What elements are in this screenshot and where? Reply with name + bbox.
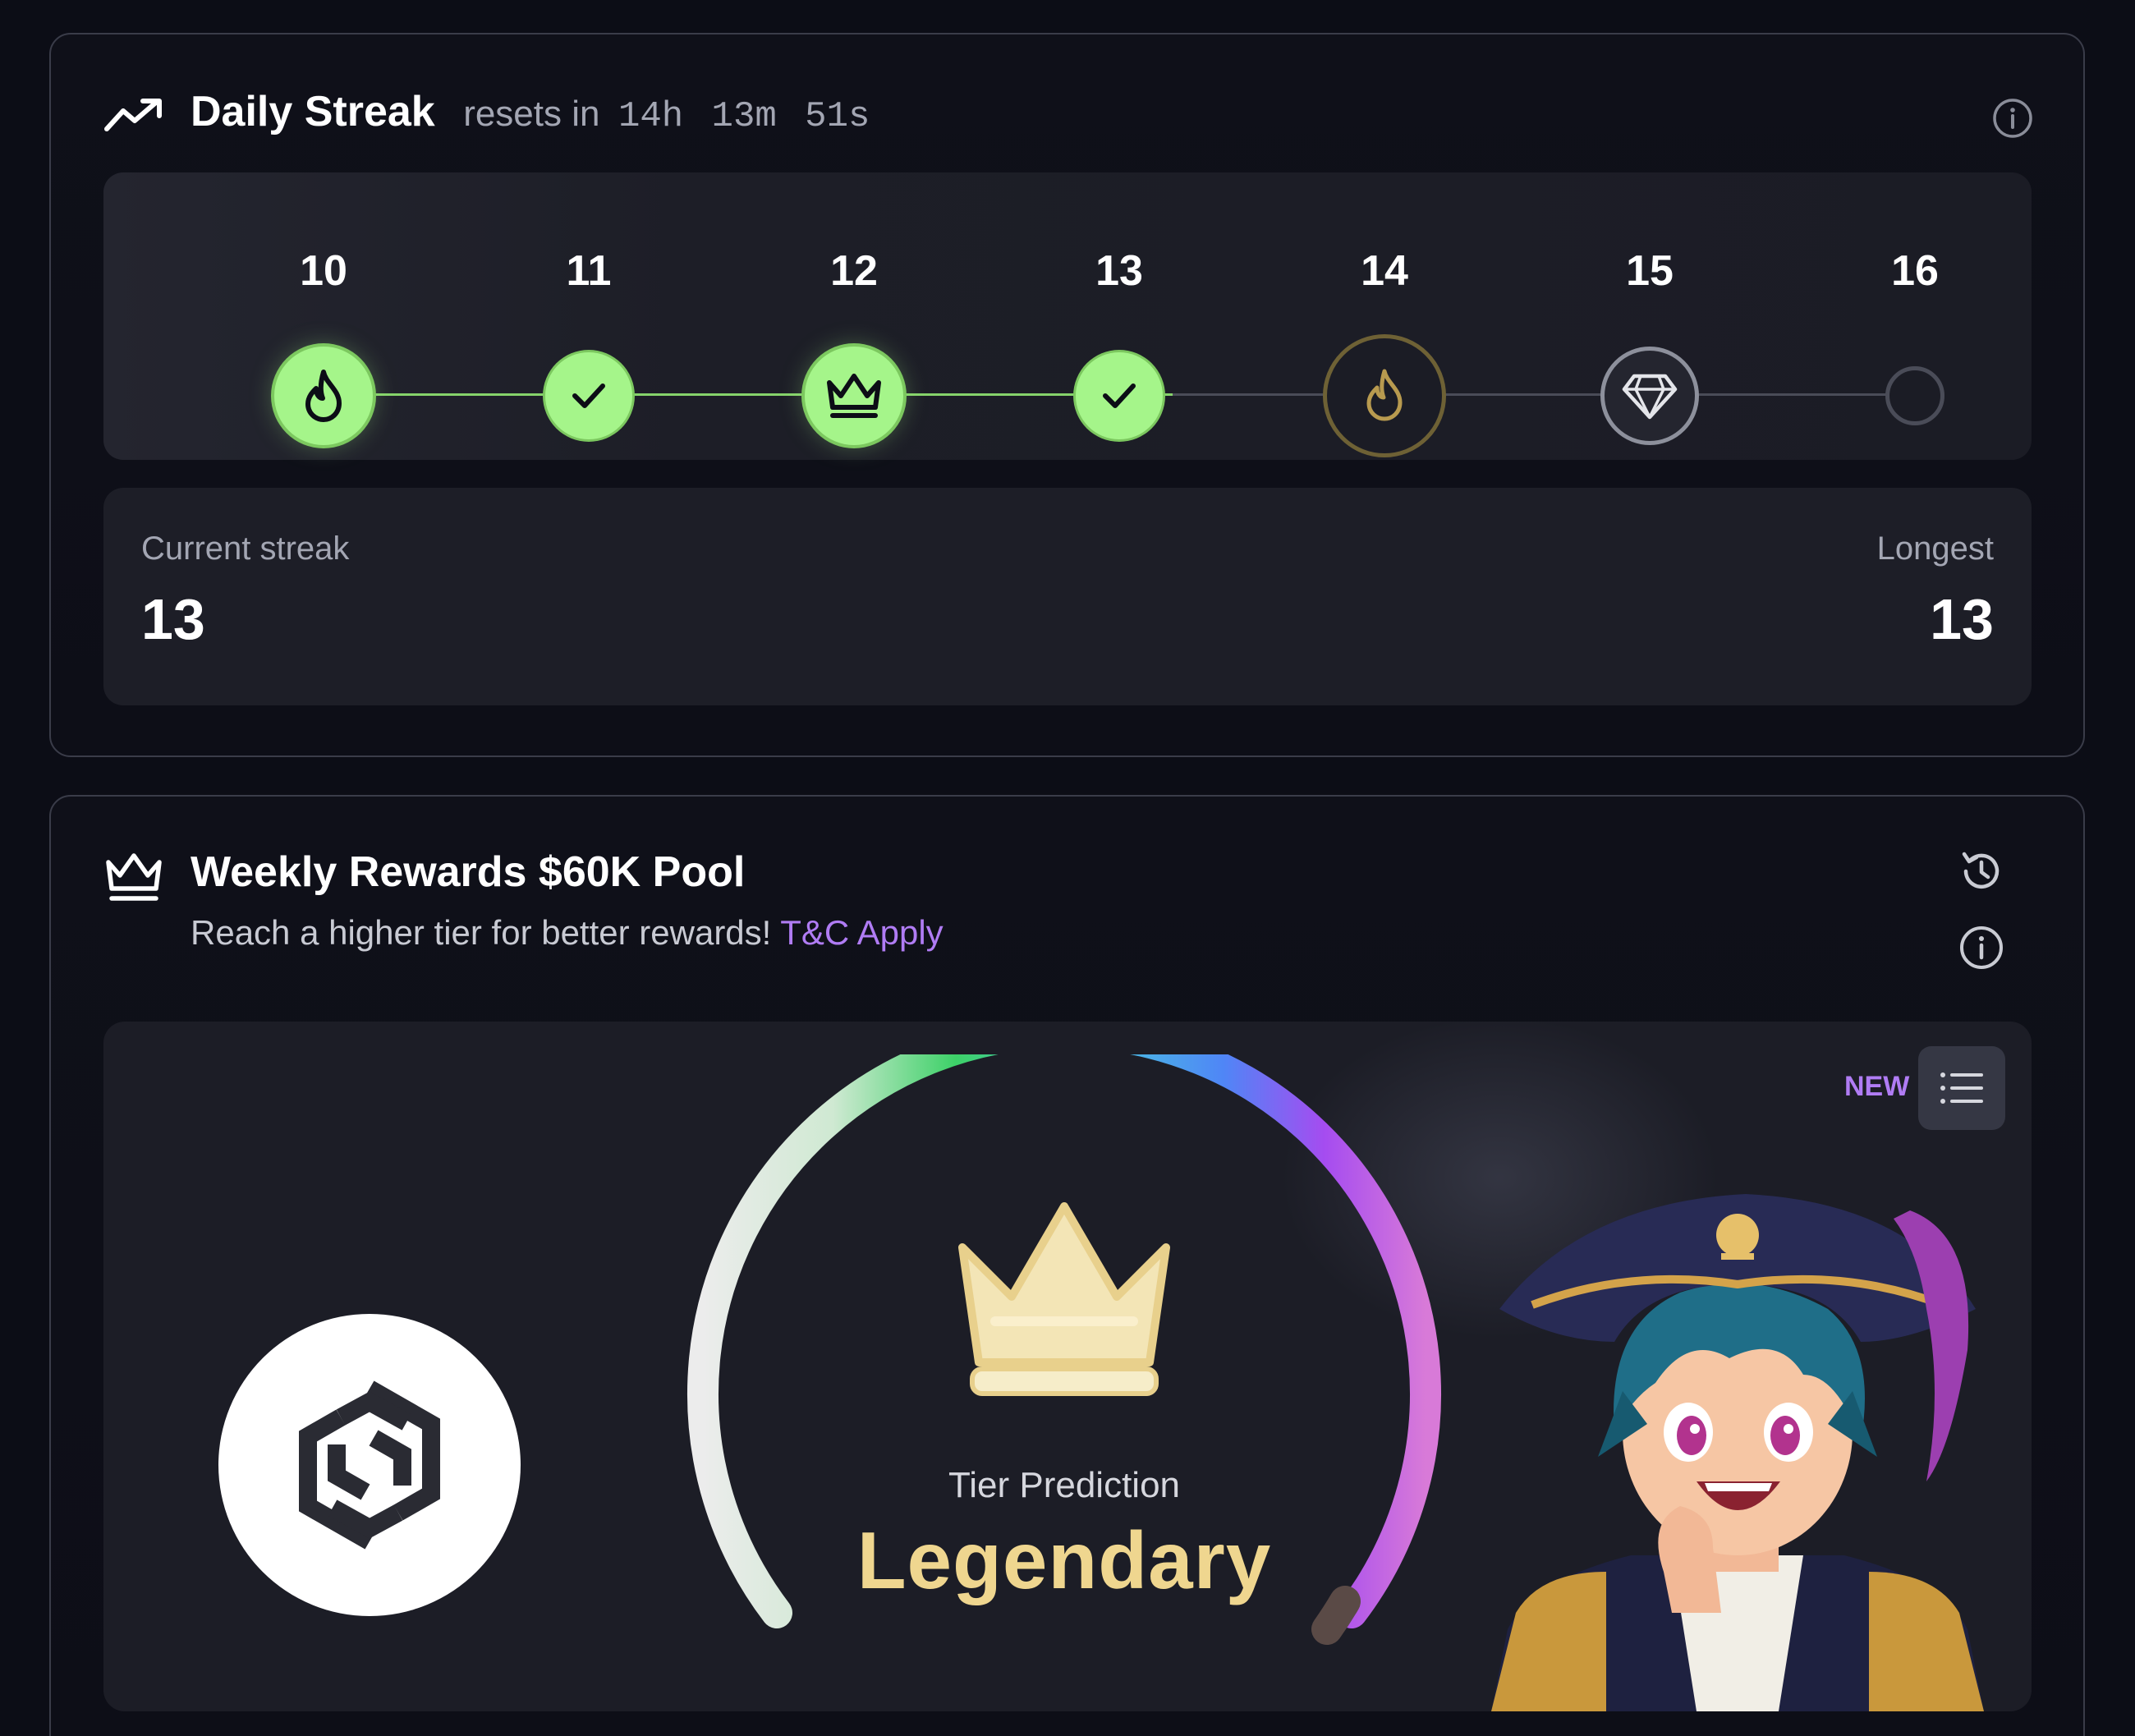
day-label: 11 [566,247,612,295]
day-label: 12 [830,247,878,295]
streak-stats: Current streak 13 Longest 13 [103,488,2032,705]
tier-prediction-label: Tier Prediction [948,1465,1181,1505]
check-icon [572,383,605,408]
tier-prediction-value: Legendary [856,1515,1272,1605]
longest-streak-value: 13 [1930,587,1994,651]
tc-apply-link[interactable]: T&C Apply [780,913,943,952]
pirate-avatar [1491,1194,1984,1711]
info-icon[interactable] [1958,924,2005,971]
rewards-subtitle: Reach a higher tier for better rewards! … [191,913,944,953]
streak-node-10 [274,347,373,445]
connector-completed [324,393,1173,396]
connector-upcoming [1173,393,1887,396]
tier-prediction-panel: NEW Tier Prediction Legendary [103,1022,2032,1711]
streak-node-14 [1323,334,1446,457]
flame-icon [305,370,342,422]
check-icon [1103,383,1136,408]
new-badge: NEW [1844,1071,1910,1102]
day-label: 16 [1891,247,1939,295]
resets-label: resets in [463,94,600,134]
crown-icon [827,374,881,418]
day-label: 10 [300,247,347,295]
streak-node-13 [1076,352,1163,439]
current-streak-label: Current streak [141,530,350,567]
day-label: 14 [1361,247,1408,295]
rewards-title: Weekly Rewards $60K Pool [191,848,746,896]
streak-title: Daily Streak [191,88,435,135]
list-icon [1940,1072,1983,1104]
weekly-rewards-card: Weekly Rewards $60K Pool Reach a higher … [49,795,2085,1736]
streak-timeline: 10 11 12 13 14 15 16 [103,172,2032,460]
streak-node-15 [1600,347,1699,445]
streak-header: Daily Streak resets in 14h 13m 51s [191,87,870,137]
hexagon-logo-icon [299,1380,440,1550]
day-label: 13 [1095,247,1143,295]
flame-icon [1366,369,1403,421]
current-streak-value: 13 [141,587,205,651]
diamond-icon [1622,374,1678,420]
streak-node-11 [545,352,632,439]
crown-icon [106,853,162,901]
gold-crown-icon [958,1202,1170,1396]
day-label: 15 [1626,247,1674,295]
longest-streak-label: Longest [1876,530,1994,567]
streak-node-12 [805,347,903,445]
streak-node-16 [1885,366,1944,425]
reset-countdown: 14h 13m 51s [618,96,870,137]
trending-up-icon [104,99,162,131]
list-view-button[interactable] [1918,1046,2005,1130]
brand-logo [218,1314,521,1616]
daily-streak-card: Daily Streak resets in 14h 13m 51s 10 11… [49,33,2085,757]
info-icon[interactable] [1991,97,2034,140]
history-icon[interactable] [1958,847,2005,895]
rewards-subtitle-text: Reach a higher tier for better rewards! [191,913,772,952]
